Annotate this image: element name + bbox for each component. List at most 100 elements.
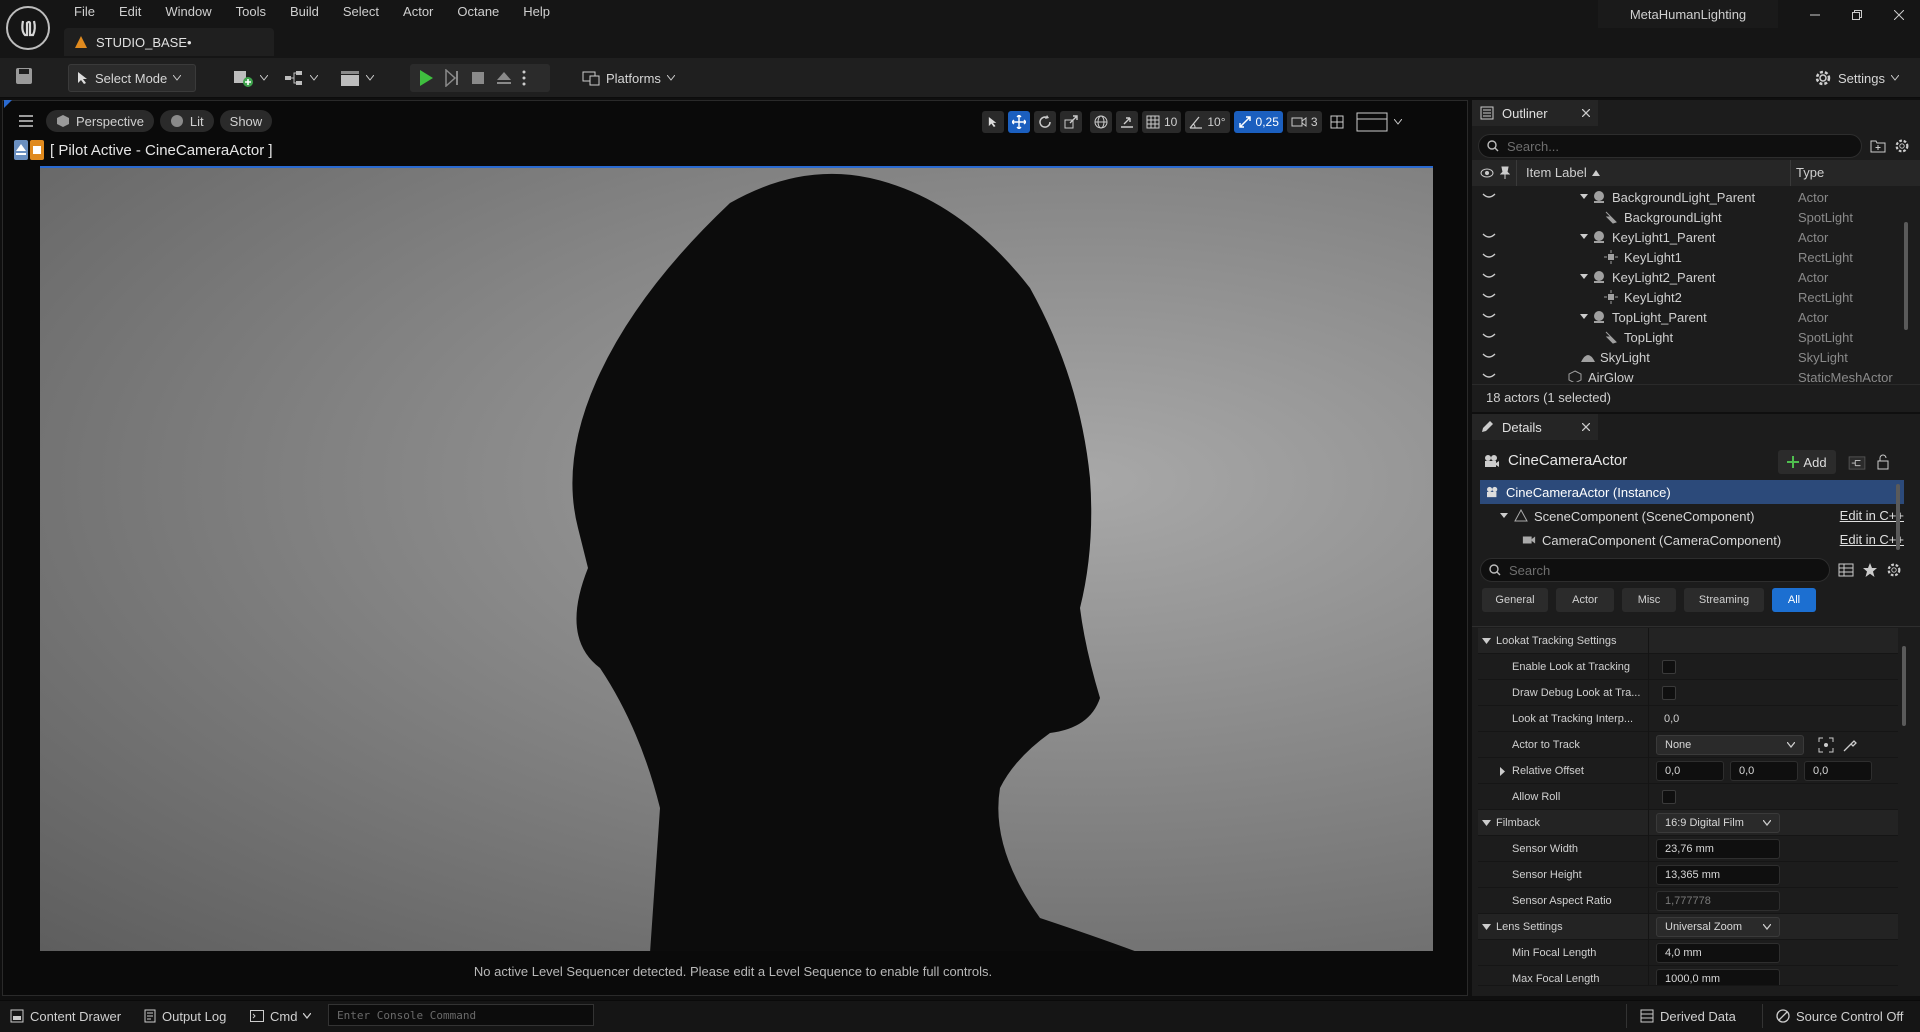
close-icon[interactable] <box>1582 109 1590 117</box>
category-actor[interactable]: Actor <box>1556 588 1614 612</box>
menu-window[interactable]: Window <box>153 2 223 22</box>
lookat-interp-value[interactable]: 0,0 <box>1664 713 1679 725</box>
visibility-eye-icon[interactable] <box>1482 192 1496 200</box>
visibility-eye-icon[interactable] <box>1482 272 1496 280</box>
add-folder-icon[interactable] <box>1870 139 1886 153</box>
star-icon[interactable] <box>1862 562 1878 578</box>
add-actor-button[interactable] <box>224 64 276 92</box>
outliner-tab[interactable]: Outliner <box>1472 100 1598 126</box>
eyedropper-icon[interactable] <box>1842 737 1858 753</box>
offset-x-input[interactable]: 0,0 <box>1656 761 1724 781</box>
menu-help[interactable]: Help <box>511 2 562 22</box>
collapse-arrow-icon[interactable] <box>1482 820 1491 827</box>
min-focal-input[interactable]: 4,0 mm <box>1656 943 1780 963</box>
content-drawer-button[interactable]: Content Drawer <box>0 1000 131 1032</box>
viewport-menu-button[interactable] <box>12 110 40 132</box>
category-general[interactable]: General <box>1482 588 1548 612</box>
details-search-input[interactable]: Search <box>1480 558 1830 582</box>
edit-cpp-link[interactable]: Edit in C++ <box>1840 508 1904 523</box>
draw-debug-checkbox[interactable] <box>1662 686 1676 700</box>
edit-cpp-link[interactable]: Edit in C++ <box>1840 532 1904 547</box>
sensor-width-input[interactable]: 23,76 mm <box>1656 839 1780 859</box>
details-tab[interactable]: Details <box>1472 414 1598 440</box>
allow-roll-checkbox[interactable] <box>1662 790 1676 804</box>
menu-edit[interactable]: Edit <box>107 2 153 22</box>
list-item[interactable]: AirGlow StaticMeshActor <box>1472 368 1912 382</box>
close-window-button[interactable] <box>1884 4 1914 26</box>
select-mode-dropdown[interactable]: Select Mode <box>68 64 196 92</box>
maximize-viewport-button[interactable] <box>1326 111 1348 133</box>
expand-arrow-icon[interactable] <box>1500 513 1508 519</box>
expand-arrow-icon[interactable] <box>1580 314 1588 320</box>
world-local-button[interactable] <box>1090 111 1112 133</box>
item-label-column[interactable]: Item Label <box>1526 165 1587 180</box>
actor-to-track-dropdown[interactable]: None <box>1656 735 1804 755</box>
component-row-instance[interactable]: CineCameraActor (Instance) <box>1480 480 1904 504</box>
show-dropdown[interactable]: Show <box>219 110 273 132</box>
visibility-eye-icon[interactable] <box>1482 252 1496 260</box>
add-component-button[interactable]: Add <box>1778 450 1836 474</box>
table-view-icon[interactable] <box>1838 563 1854 577</box>
more-options-icon[interactable] <box>522 70 526 86</box>
level-tab[interactable]: STUDIO_BASE• <box>64 28 274 56</box>
expand-arrow-icon[interactable] <box>1580 274 1588 280</box>
enable-look-tracking-checkbox[interactable] <box>1662 660 1676 674</box>
lookat-tracking-category[interactable]: Lookat Tracking Settings <box>1478 628 1898 654</box>
surface-snap-button[interactable] <box>1116 111 1138 133</box>
visibility-eye-icon[interactable] <box>1482 232 1496 240</box>
expand-arrow-icon[interactable] <box>1580 234 1588 240</box>
category-all[interactable]: All <box>1772 588 1816 612</box>
unreal-logo-icon[interactable] <box>6 6 50 50</box>
lock-icon[interactable] <box>1876 454 1890 470</box>
visibility-eye-icon[interactable] <box>1482 312 1496 320</box>
viewport-layout-dropdown[interactable] <box>1352 111 1406 133</box>
gear-icon[interactable] <box>1894 138 1910 154</box>
list-item[interactable]: TopLight_Parent Actor <box>1472 308 1912 328</box>
lit-dropdown[interactable]: Lit <box>159 110 214 132</box>
gear-icon[interactable] <box>1886 562 1902 578</box>
visibility-eye-icon[interactable] <box>1482 372 1496 380</box>
console-command-input[interactable]: Enter Console Command <box>328 1004 594 1026</box>
menu-file[interactable]: File <box>62 2 107 22</box>
stop-icon[interactable] <box>470 69 486 87</box>
component-row-camera[interactable]: CameraComponent (CameraComponent) Edit i… <box>1480 528 1904 552</box>
source-control-button[interactable]: Source Control Off <box>1766 1000 1913 1032</box>
category-misc[interactable]: Misc <box>1622 588 1676 612</box>
camera-render[interactable] <box>40 166 1433 951</box>
settings-dropdown[interactable]: Settings <box>1806 64 1907 92</box>
lens-preset-dropdown[interactable]: Universal Zoom <box>1656 917 1780 937</box>
minimize-button[interactable] <box>1800 4 1830 26</box>
cmd-dropdown[interactable]: Cmd <box>240 1000 321 1032</box>
expand-arrow-icon[interactable] <box>1580 194 1588 200</box>
perspective-dropdown[interactable]: Perspective <box>46 110 154 132</box>
output-log-button[interactable]: Output Log <box>134 1000 236 1032</box>
restore-button[interactable] <box>1842 4 1872 26</box>
menu-actor[interactable]: Actor <box>391 2 445 22</box>
translate-tool-button[interactable] <box>1008 111 1030 133</box>
max-focal-input[interactable]: 1000,0 mm <box>1656 969 1780 985</box>
visibility-eye-icon[interactable] <box>1482 352 1496 360</box>
details-scrollbar[interactable] <box>1902 646 1906 726</box>
camera-speed-button[interactable]: 3 <box>1286 111 1322 133</box>
filmback-preset-dropdown[interactable]: 16:9 Digital Film <box>1656 813 1780 833</box>
offset-y-input[interactable]: 0,0 <box>1730 761 1798 781</box>
menu-tools[interactable]: Tools <box>224 2 278 22</box>
type-column[interactable]: Type <box>1796 165 1824 180</box>
sensor-height-input[interactable]: 13,365 mm <box>1656 865 1780 885</box>
visibility-eye-icon[interactable] <box>1482 292 1496 300</box>
component-scrollbar[interactable] <box>1896 484 1900 550</box>
blueprint-convert-icon[interactable] <box>1848 456 1866 470</box>
scale-snap-button[interactable]: 0,25 <box>1233 111 1283 133</box>
eject-icon[interactable] <box>496 69 512 87</box>
select-tool-button[interactable] <box>982 111 1004 133</box>
outliner-search-input[interactable]: Search... <box>1478 134 1862 158</box>
component-row-scene[interactable]: SceneComponent (SceneComponent) Edit in … <box>1480 504 1904 528</box>
step-icon[interactable] <box>444 69 460 87</box>
list-item[interactable]: KeyLight1_Parent Actor <box>1472 228 1912 248</box>
menu-select[interactable]: Select <box>331 2 391 22</box>
list-item[interactable]: SkyLight SkyLight <box>1472 348 1912 368</box>
list-item[interactable]: KeyLight1 RectLight <box>1472 248 1912 268</box>
list-item[interactable]: BackgroundLight_Parent Actor <box>1472 188 1912 208</box>
save-button[interactable] <box>14 66 34 86</box>
platforms-dropdown[interactable]: Platforms <box>574 64 683 92</box>
